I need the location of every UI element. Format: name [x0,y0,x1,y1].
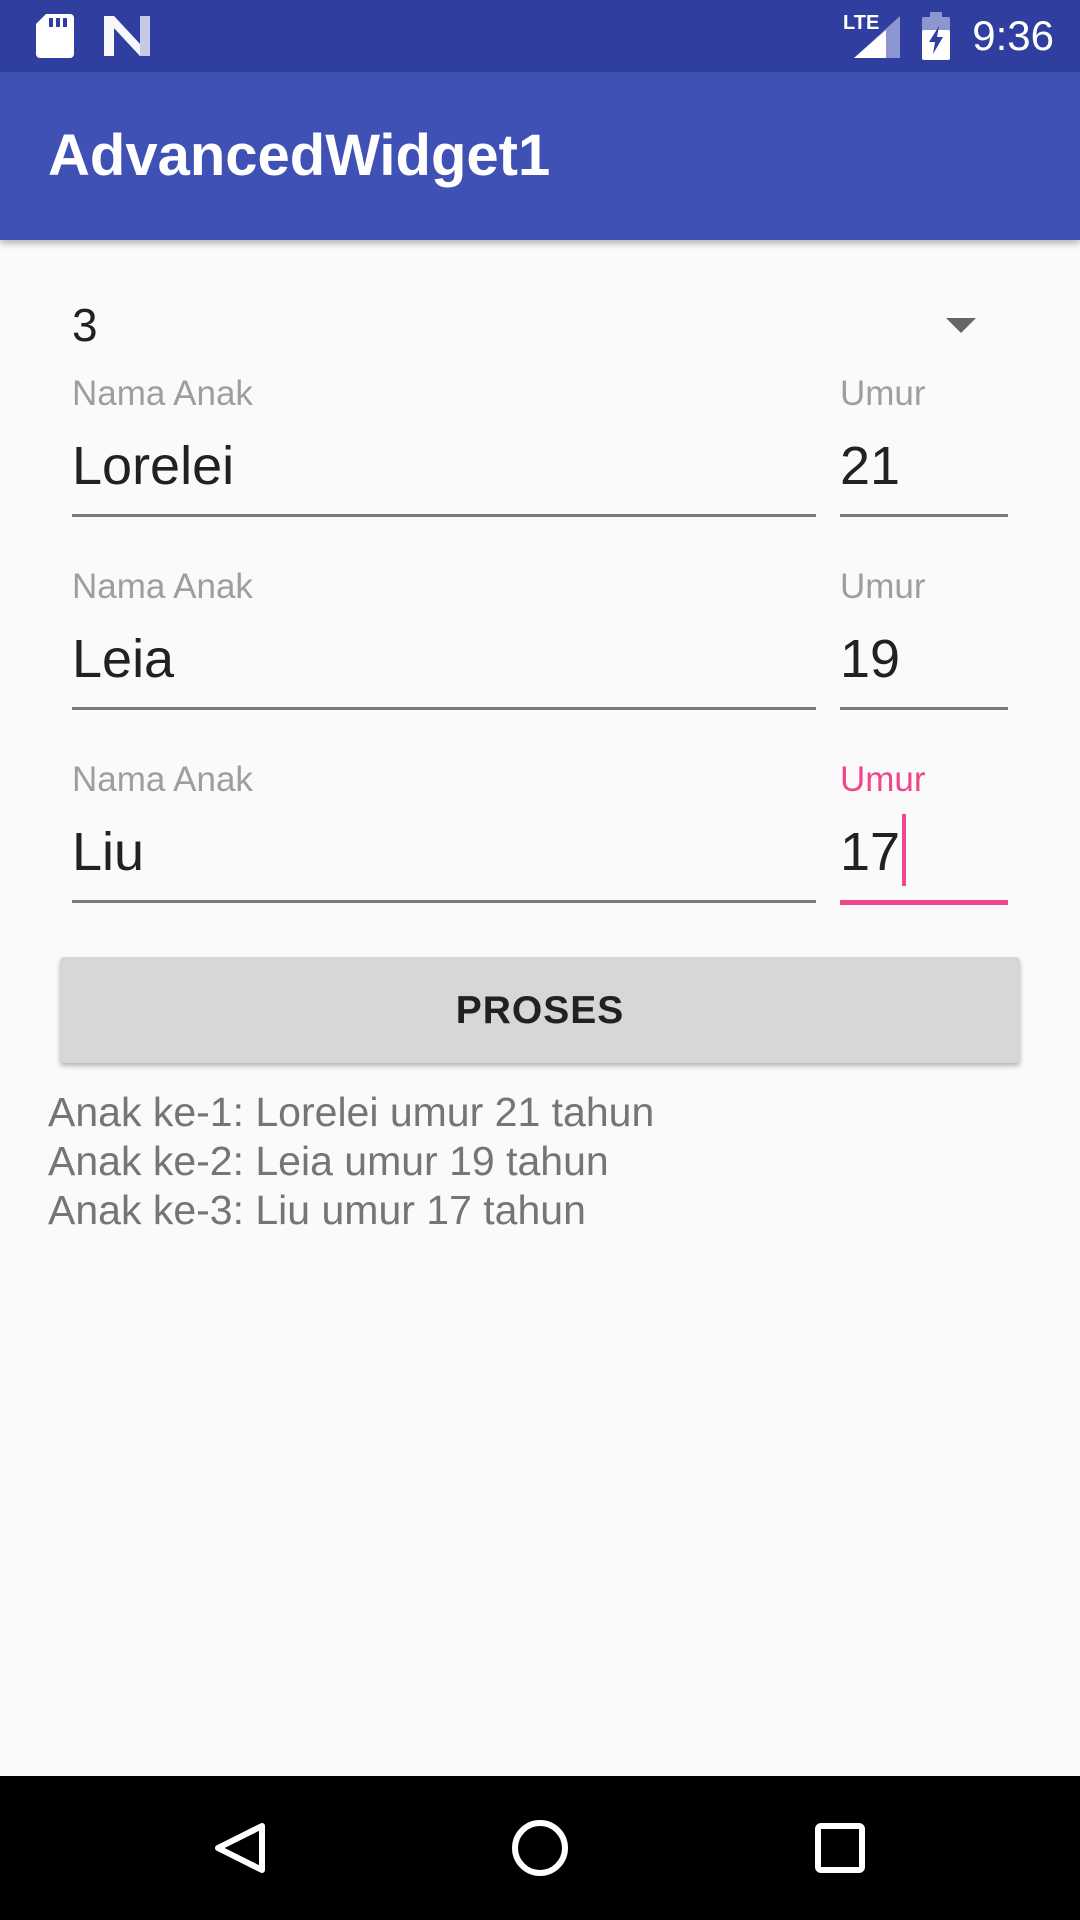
result-line: Anak ke-1: Lorelei umur 21 tahun [48,1089,655,1135]
status-bar: LTE 9:36 [0,0,1080,72]
app-title: AdvancedWidget1 [48,123,551,188]
child-name-label: Nama Anak [72,567,253,606]
proses-button[interactable]: PROSES [60,957,1020,1063]
text-cursor [902,814,907,886]
input-underline [840,514,1008,517]
child-age-input-focused[interactable]: 17 [840,814,907,886]
screen: LTE 9:36 AdvancedWidget1 3 Nama Anak Lor… [0,0,1080,1920]
input-underline [840,707,1008,710]
child-name-input[interactable]: Lorelei [72,434,234,498]
home-icon[interactable] [490,1798,590,1898]
result-line: Anak ke-3: Liu umur 17 tahun [48,1187,586,1233]
sd-card-icon [36,14,74,58]
input-underline [72,514,816,517]
child-age-label: Umur [840,760,926,799]
child-name-field-3[interactable]: Nama Anak Liu [72,760,816,910]
child-age-field-1[interactable]: Umur 21 [840,374,1008,524]
child-name-label: Nama Anak [72,374,253,413]
navigation-bar [0,1776,1080,1920]
input-underline [72,900,816,903]
status-time: 9:36 [972,12,1054,59]
child-age-label: Umur [840,567,926,606]
spinner-value: 3 [72,299,98,351]
result-output: Anak ke-1: Lorelei umur 21 tahun Anak ke… [48,1088,1028,1235]
child-age-label: Umur [840,374,926,413]
child-name-label: Nama Anak [72,760,253,799]
child-name-field-1[interactable]: Nama Anak Lorelei [72,374,816,524]
recents-icon[interactable] [790,1798,890,1898]
child-age-field-3[interactable]: Umur 17 [840,760,1008,910]
child-name-input[interactable]: Liu [72,820,144,884]
back-icon[interactable] [190,1798,290,1898]
child-age-input-text: 17 [840,822,901,882]
app-bar: AdvancedWidget1 [0,72,1080,240]
child-age-input[interactable]: 19 [840,627,900,691]
lte-signal-icon [854,16,900,58]
n-logo-icon [104,16,150,56]
result-line: Anak ke-2: Leia umur 19 tahun [48,1138,609,1184]
input-underline [72,707,816,710]
input-underline-focused [840,900,1008,905]
child-name-input[interactable]: Leia [72,627,174,691]
child-name-field-2[interactable]: Nama Anak Leia [72,567,816,717]
dropdown-arrow-icon [946,318,976,333]
battery-charging-icon [922,12,950,60]
child-age-input[interactable]: 21 [840,434,900,498]
child-age-field-2[interactable]: Umur 19 [840,567,1008,717]
child-count-spinner[interactable]: 3 [72,290,992,360]
